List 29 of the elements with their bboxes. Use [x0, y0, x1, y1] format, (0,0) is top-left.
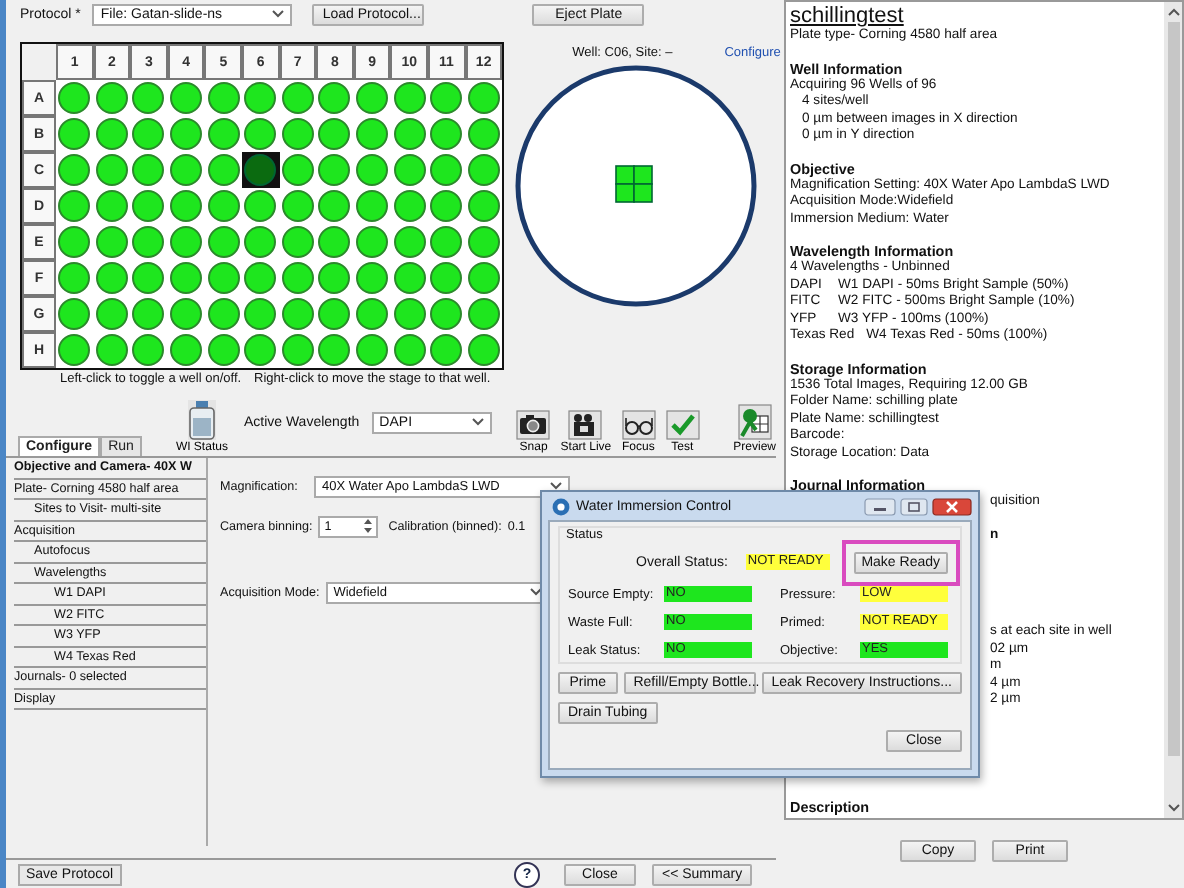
spinner-arrows-icon	[362, 516, 375, 536]
well[interactable]	[465, 80, 503, 116]
check-icon	[665, 410, 700, 440]
well[interactable]	[465, 332, 503, 368]
well[interactable]	[465, 152, 503, 188]
chevron-down-icon	[272, 10, 285, 18]
maximize-icon[interactable]	[900, 497, 928, 515]
well[interactable]	[465, 224, 503, 260]
video-camera-icon	[568, 410, 603, 440]
well[interactable]	[465, 116, 503, 152]
summary-title: schillingtest	[790, 4, 906, 28]
scroll-down-icon	[1167, 804, 1179, 812]
well[interactable]	[465, 188, 503, 224]
well[interactable]	[241, 152, 280, 188]
close-icon[interactable]	[932, 497, 972, 515]
chevron-down-icon	[529, 588, 542, 596]
camera-icon	[516, 410, 551, 440]
well[interactable]	[465, 296, 503, 332]
minimize-icon[interactable]	[864, 497, 896, 515]
scroll-up-icon	[1167, 8, 1179, 16]
well[interactable]	[279, 152, 317, 188]
chevron-down-icon	[472, 418, 485, 426]
bottle-icon	[187, 400, 216, 440]
preview-icon	[737, 404, 772, 440]
glasses-icon	[621, 410, 656, 440]
plate-corner	[22, 44, 56, 80]
chevron-down-icon	[550, 482, 562, 490]
scrollbar[interactable]	[1164, 2, 1182, 818]
well[interactable]	[465, 260, 503, 296]
